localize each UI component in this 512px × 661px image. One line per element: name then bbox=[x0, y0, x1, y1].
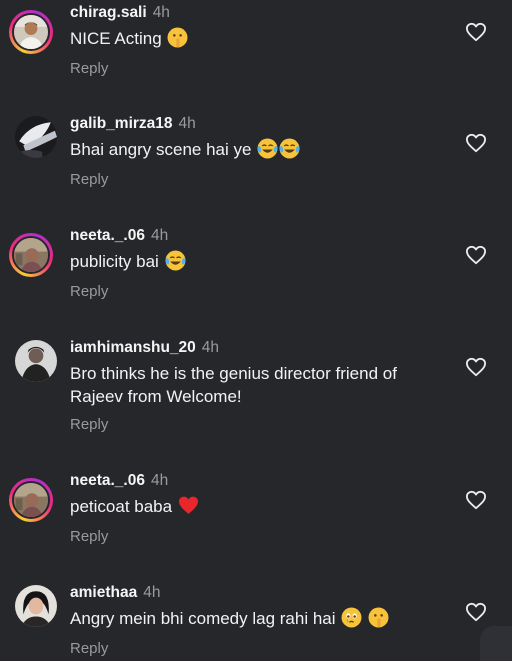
shushing-face-icon bbox=[167, 27, 188, 48]
timestamp: 4h bbox=[150, 227, 169, 244]
avatar[interactable] bbox=[9, 10, 53, 54]
avatar[interactable] bbox=[9, 478, 53, 522]
timestamp: 4h bbox=[201, 339, 220, 356]
avatar[interactable] bbox=[15, 585, 57, 627]
comment-body: peticoat baba bbox=[70, 497, 173, 516]
comment-text: Bhai angry scene hai ye bbox=[70, 138, 450, 161]
comment-item: neeta._.06 4h publicity bai Reply bbox=[0, 223, 512, 335]
comment-meta: iamhimanshu_20 4h bbox=[70, 339, 219, 357]
avatar-photo bbox=[15, 585, 57, 627]
username[interactable]: chirag.sali bbox=[70, 4, 147, 21]
heart-outline-icon[interactable] bbox=[465, 490, 487, 510]
comment-item: chirag.sali 4h NICE Acting Reply bbox=[0, 0, 512, 111]
heart-outline-icon[interactable] bbox=[465, 357, 487, 377]
comment-body: Angry mein bhi comedy lag rahi hai bbox=[70, 609, 341, 628]
heart-outline-icon[interactable] bbox=[465, 133, 487, 153]
timestamp: 4h bbox=[150, 472, 169, 489]
avatar[interactable] bbox=[9, 233, 53, 277]
comment-text: publicity bai bbox=[70, 250, 450, 273]
comment-item: neeta._.06 4h peticoat baba Reply bbox=[0, 468, 512, 580]
heart-outline-icon[interactable] bbox=[465, 245, 487, 265]
reply-button[interactable]: Reply bbox=[70, 528, 108, 545]
comment-meta: neeta._.06 4h bbox=[70, 227, 168, 245]
reply-button[interactable]: Reply bbox=[70, 416, 108, 433]
comment-body: Bro thinks he is the genius director fri… bbox=[70, 364, 397, 406]
username[interactable]: amiethaa bbox=[70, 584, 137, 601]
face-holding-back-tears-icon bbox=[341, 607, 362, 628]
comment-meta: neeta._.06 4h bbox=[70, 472, 168, 490]
reply-button[interactable]: Reply bbox=[70, 283, 108, 300]
tears-of-joy-face-icon bbox=[165, 250, 186, 271]
comment-text: peticoat baba bbox=[70, 495, 450, 518]
comment-meta: chirag.sali 4h bbox=[70, 4, 170, 22]
comment-body: publicity bai bbox=[70, 252, 159, 271]
timestamp: 4h bbox=[178, 115, 196, 132]
avatar[interactable] bbox=[15, 340, 57, 382]
red-heart-icon bbox=[178, 496, 198, 514]
timestamp: 4h bbox=[152, 4, 170, 21]
username[interactable]: galib_mirza18 bbox=[70, 115, 173, 132]
overlay-corner bbox=[480, 626, 512, 661]
comment-body: Bhai angry scene hai ye bbox=[70, 140, 252, 159]
avatar-photo bbox=[14, 15, 48, 49]
avatar[interactable] bbox=[15, 116, 57, 158]
heart-outline-icon[interactable] bbox=[465, 22, 487, 42]
reply-button[interactable]: Reply bbox=[70, 60, 108, 77]
username[interactable]: neeta._.06 bbox=[70, 227, 145, 244]
avatar-photo bbox=[15, 340, 57, 382]
comment-item: iamhimanshu_20 4h Bro thinks he is the ge… bbox=[0, 335, 512, 468]
username[interactable]: neeta._.06 bbox=[70, 472, 145, 489]
avatar-photo bbox=[14, 238, 48, 272]
comment-item: galib_mirza18 4h Bhai angry scene hai ye … bbox=[0, 111, 512, 223]
comment-meta: amiethaa 4h bbox=[70, 584, 160, 602]
comment-meta: galib_mirza18 4h bbox=[70, 115, 196, 133]
tears-of-joy-face-icon bbox=[279, 138, 300, 159]
comment-body: NICE Acting bbox=[70, 29, 162, 48]
comment-text: Angry mein bhi comedy lag rahi hai bbox=[70, 607, 450, 630]
avatar-photo bbox=[14, 483, 48, 517]
shushing-face-icon bbox=[368, 607, 389, 628]
comment-text: NICE Acting bbox=[70, 27, 450, 50]
comment-item: amiethaa 4h Angry mein bhi comedy lag rah… bbox=[0, 580, 512, 661]
avatar-photo bbox=[15, 116, 57, 158]
reply-button[interactable]: Reply bbox=[70, 640, 108, 657]
tears-of-joy-face-icon bbox=[257, 138, 278, 159]
comments-list: chirag.sali 4h NICE Acting Reply galib_m… bbox=[0, 0, 512, 661]
reply-button[interactable]: Reply bbox=[70, 171, 108, 188]
username[interactable]: iamhimanshu_20 bbox=[70, 339, 196, 356]
timestamp: 4h bbox=[143, 584, 161, 601]
heart-outline-icon[interactable] bbox=[465, 602, 487, 622]
comment-text: Bro thinks he is the genius director fri… bbox=[70, 362, 450, 408]
